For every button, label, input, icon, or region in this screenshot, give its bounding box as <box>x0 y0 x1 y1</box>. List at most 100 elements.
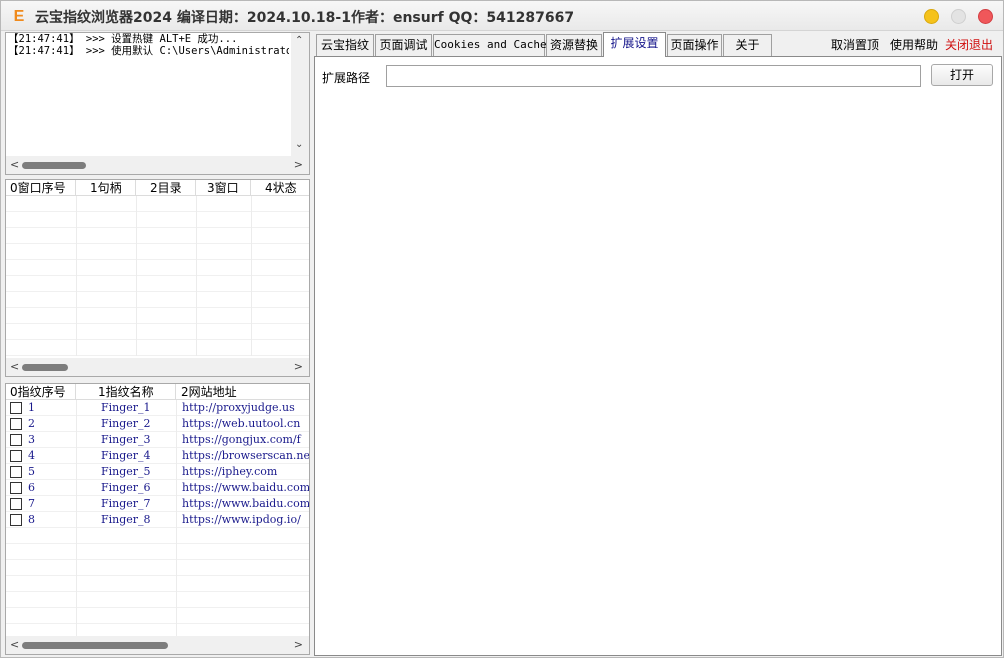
column-header[interactable]: 0指纹序号 <box>6 384 76 400</box>
log-line: 【21:47:41】 >>> 设置热键 ALT+E 成功... <box>8 33 238 45</box>
title-bar[interactable]: E 云宝指纹浏览器2024 编译日期：2024.10.18-1作者：ensurf… <box>1 1 1003 31</box>
column-header[interactable]: 0窗口序号 <box>6 180 76 196</box>
row-checkbox[interactable] <box>10 402 22 414</box>
table-row <box>6 196 309 212</box>
table-row <box>6 560 309 576</box>
table-row <box>6 260 309 276</box>
table-row <box>6 292 309 308</box>
unpin-link[interactable]: 取消置顶 <box>831 36 879 53</box>
fingerprint-row[interactable]: 2 Finger_2 https://web.uutool.cn <box>6 416 309 432</box>
fingerprint-url: https://www.ipdog.io/ <box>182 513 301 526</box>
row-checkbox[interactable] <box>10 482 22 494</box>
column-header[interactable]: 4状态 <box>251 180 309 196</box>
fingerprint-row[interactable]: 1 Finger_1 http://proxyjudge.us <box>6 400 309 416</box>
app-window: E 云宝指纹浏览器2024 编译日期：2024.10.18-1作者：ensurf… <box>0 0 1004 658</box>
fingerprint-id: 4 <box>28 449 35 462</box>
fingerprint-name: Finger_5 <box>101 465 151 478</box>
column-divider <box>196 196 197 356</box>
column-divider <box>76 196 77 356</box>
open-button[interactable]: 打开 <box>931 64 993 86</box>
row-checkbox[interactable] <box>10 514 22 526</box>
extension-settings-panel: 扩展路径 打开 <box>314 56 1002 656</box>
scroll-thumb[interactable] <box>22 642 168 649</box>
row-checkbox[interactable] <box>10 466 22 478</box>
tab-page-debug[interactable]: 页面调试 <box>375 34 432 56</box>
fingerprint-name: Finger_4 <box>101 449 151 462</box>
table-row <box>6 228 309 244</box>
maximize-button[interactable] <box>951 9 966 24</box>
table-row <box>6 340 309 356</box>
scroll-right-icon[interactable]: > <box>294 360 303 373</box>
column-header[interactable]: 3窗口 <box>196 180 251 196</box>
help-link[interactable]: 使用帮助 <box>890 36 938 53</box>
fingerprint-row[interactable]: 5 Finger_5 https://iphey.com <box>6 464 309 480</box>
fingerprint-id: 6 <box>28 481 35 494</box>
close-button[interactable] <box>978 9 993 24</box>
scroll-up-icon[interactable]: ⌃ <box>295 35 303 46</box>
fingerprint-id: 7 <box>28 497 35 510</box>
table-row <box>6 212 309 228</box>
fingerprint-url: http://proxyjudge.us <box>182 401 295 414</box>
row-checkbox[interactable] <box>10 418 22 430</box>
table-row <box>6 308 309 324</box>
tab-resource-replace[interactable]: 资源替换 <box>546 34 602 56</box>
fingerprint-row[interactable]: 6 Finger_6 https://www.baidu.com/ <box>6 480 309 496</box>
scroll-right-icon[interactable]: > <box>294 158 303 171</box>
scroll-thumb[interactable] <box>22 162 86 169</box>
fingerprint-id: 2 <box>28 417 35 430</box>
fingerprint-row[interactable]: 7 Finger_7 https://www.baidu.com/ <box>6 496 309 512</box>
tab-fingerprint[interactable]: 云宝指纹 <box>316 34 374 56</box>
table-row <box>6 544 309 560</box>
table-row <box>6 276 309 292</box>
fingerprint-url: https://www.baidu.com/ <box>182 481 310 494</box>
scroll-left-icon[interactable]: < <box>10 638 19 651</box>
fingerprint-list-panel[interactable]: 0指纹序号 1指纹名称 2网站地址 1 Finger_1 http://proxyj… <box>5 383 310 655</box>
exit-link[interactable]: 关闭退出 <box>945 36 993 53</box>
column-header[interactable]: 1指纹名称 <box>76 384 176 400</box>
fingerprint-name: Finger_6 <box>101 481 151 494</box>
fingerprint-horizontal-scrollbar[interactable]: < > <box>6 636 309 654</box>
fingerprint-row[interactable]: 8 Finger_8 https://www.ipdog.io/ <box>6 512 309 528</box>
log-horizontal-scrollbar[interactable]: < > <box>6 156 309 174</box>
column-header[interactable]: 1句柄 <box>76 180 136 196</box>
row-checkbox[interactable] <box>10 498 22 510</box>
fingerprint-url: https://browserscan.ne <box>182 449 310 462</box>
log-vertical-scrollbar[interactable]: ⌃ ⌄ <box>291 33 309 157</box>
scroll-left-icon[interactable]: < <box>10 158 19 171</box>
fingerprint-row[interactable]: 4 Finger_4 https://browserscan.ne <box>6 448 309 464</box>
row-checkbox[interactable] <box>10 450 22 462</box>
window-list-horizontal-scrollbar[interactable]: < > <box>6 358 309 376</box>
column-header[interactable]: 2网站地址 <box>176 384 309 400</box>
fingerprint-name: Finger_1 <box>101 401 151 414</box>
fingerprint-name: Finger_2 <box>101 417 151 430</box>
tab-about[interactable]: 关于 <box>723 34 772 56</box>
fingerprint-url: https://gongjux.com/f <box>182 433 301 446</box>
log-panel[interactable]: 【21:47:41】 >>> 设置热键 ALT+E 成功... 【21:47:4… <box>5 32 310 175</box>
tab-page-operations[interactable]: 页面操作 <box>667 34 722 56</box>
fingerprint-id: 1 <box>28 401 35 414</box>
table-row <box>6 576 309 592</box>
app-logo-icon: E <box>13 8 25 25</box>
window-title: 云宝指纹浏览器2024 编译日期：2024.10.18-1作者：ensurf Q… <box>35 10 575 26</box>
table-row <box>6 592 309 608</box>
scroll-down-icon[interactable]: ⌄ <box>295 139 303 150</box>
scroll-thumb[interactable] <box>22 364 68 371</box>
column-divider <box>251 196 252 356</box>
fingerprint-url: https://web.uutool.cn <box>182 417 301 430</box>
fingerprint-row[interactable]: 3 Finger_3 https://gongjux.com/f <box>6 432 309 448</box>
row-checkbox[interactable] <box>10 434 22 446</box>
tab-extension-settings[interactable]: 扩展设置 <box>603 32 666 57</box>
scroll-left-icon[interactable]: < <box>10 360 19 373</box>
fingerprint-id: 5 <box>28 465 35 478</box>
minimize-button[interactable] <box>924 9 939 24</box>
column-header[interactable]: 2目录 <box>136 180 196 196</box>
extension-path-input[interactable] <box>386 65 921 87</box>
fingerprint-id: 3 <box>28 433 35 446</box>
table-row <box>6 324 309 340</box>
scroll-right-icon[interactable]: > <box>294 638 303 651</box>
column-divider <box>136 196 137 356</box>
window-list-panel[interactable]: 0窗口序号 1句柄 2目录 3窗口 4状态 < > <box>5 179 310 377</box>
table-row <box>6 608 309 624</box>
tab-cookies-cache[interactable]: Cookies and Cache <box>433 34 547 56</box>
table-row <box>6 244 309 260</box>
